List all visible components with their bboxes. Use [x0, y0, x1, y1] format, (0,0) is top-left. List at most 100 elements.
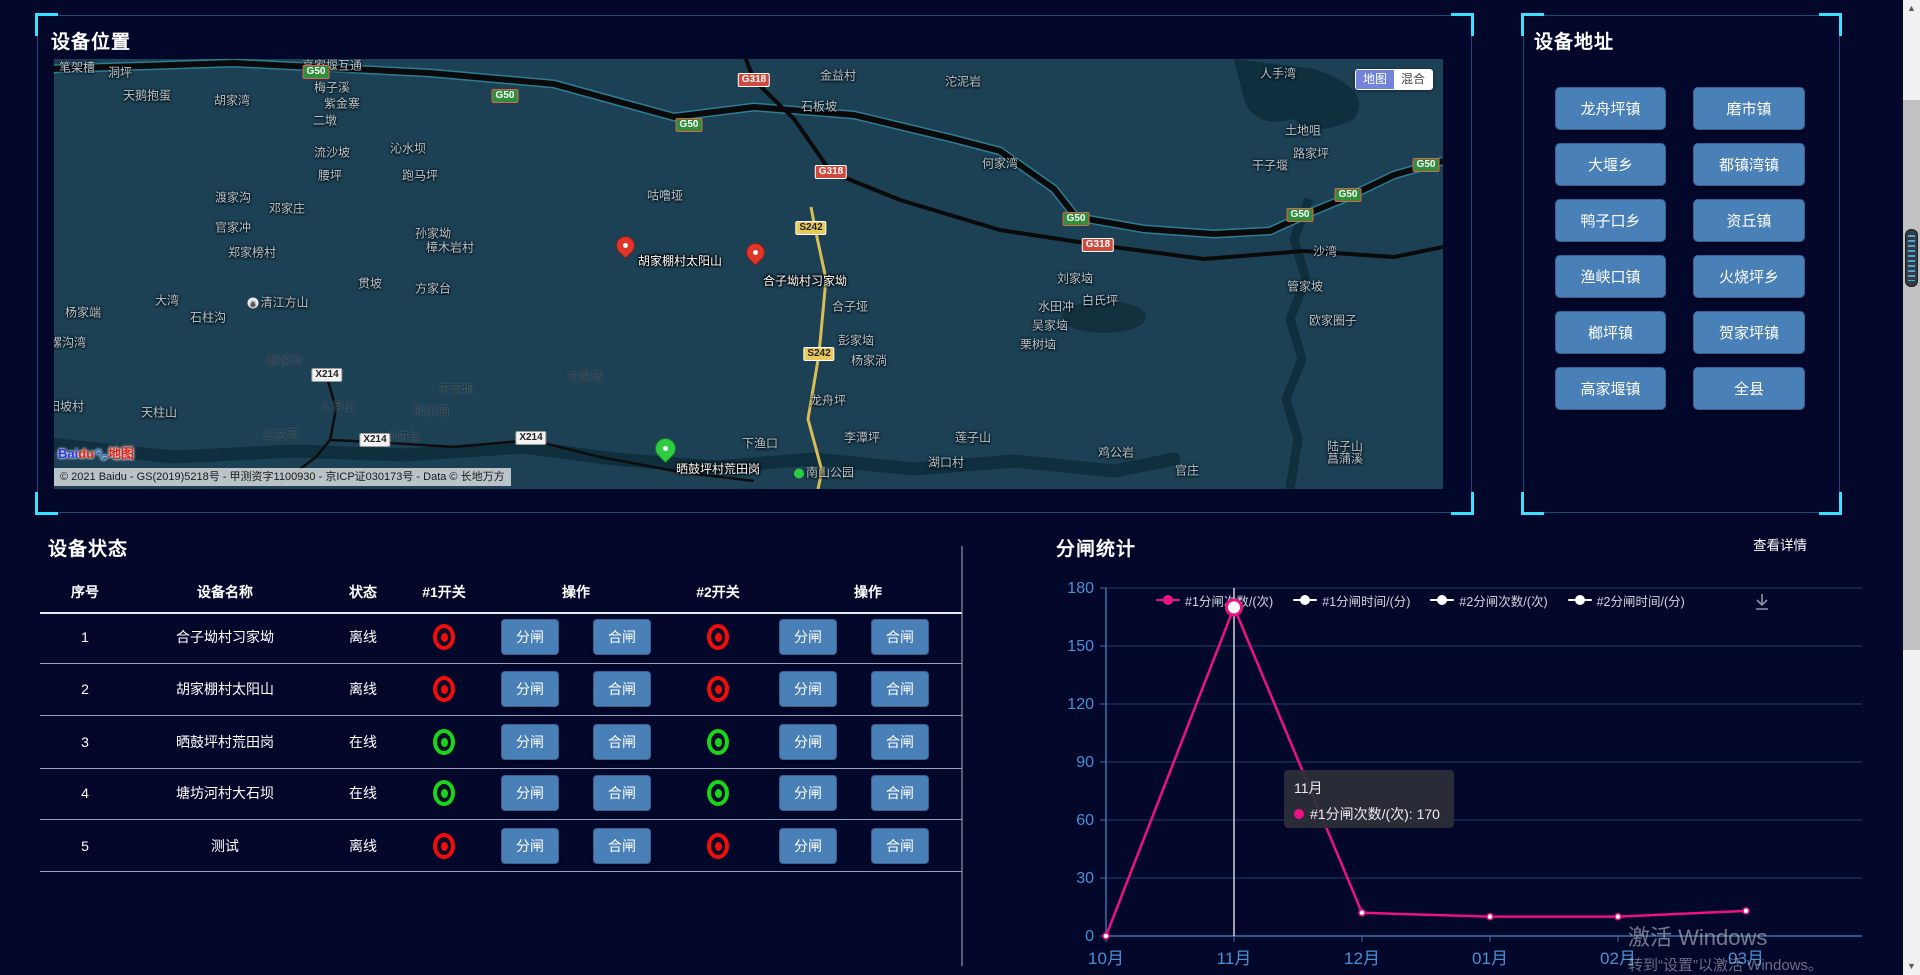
close-switch2-button[interactable]: 合闸 [871, 619, 929, 655]
baidu-map[interactable]: 笔架槽洞坪天鹅抱蛋胡家湾高家堰互通梅子溪紫金寨二墩流沙坡沁水坝腰坪跑马坪渡家沟邓… [54, 59, 1443, 489]
open-switch2-button[interactable]: 分闸 [779, 828, 837, 864]
open-switch1-button[interactable]: 分闸 [501, 619, 559, 655]
device-name: 胡家棚村太阳山 [176, 679, 274, 699]
road-shield: G50 [1287, 208, 1314, 222]
map-place-label: 熊家垴 [413, 402, 449, 419]
open-switch2-button[interactable]: 分闸 [779, 775, 837, 811]
map-place-label: 杨家淌 [851, 352, 887, 369]
device-name: 晒鼓坪村荒田岗 [176, 732, 274, 752]
address-button[interactable]: 榔坪镇 [1555, 311, 1666, 354]
map-panel-title: 设备位置 [51, 27, 131, 54]
legend-item[interactable]: #2分闸次数/(次) [1430, 591, 1547, 610]
device-address-panel: 设备地址 龙舟坪镇磨市镇大堰乡都镇湾镇鸭子口乡资丘镇渔峡口镇火烧坪乡榔坪镇贺家坪… [1523, 15, 1840, 513]
tooltip-series-dot [1294, 809, 1304, 819]
switch-indicator-off [433, 676, 455, 702]
map-marker-label: 胡家棚村太阳山 [638, 252, 722, 269]
open-switch1-button[interactable]: 分闸 [501, 724, 559, 760]
switch-indicator-off [433, 833, 455, 859]
table-header: 状态 [349, 582, 377, 602]
map-place-label: 菖蒲溪 [1327, 450, 1363, 467]
download-icon[interactable] [1753, 592, 1771, 617]
svg-text:10月: 10月 [1088, 949, 1124, 968]
tooltip-month: 11月 [1294, 778, 1444, 798]
address-button[interactable]: 龙舟坪镇 [1555, 87, 1666, 130]
device-status: 在线 [349, 783, 377, 803]
map-place-label: 杨家端 [65, 304, 101, 321]
close-switch2-button[interactable]: 合闸 [871, 724, 929, 760]
map-place-label: 渡家沟 [215, 189, 251, 206]
map-place-label: 腰坪 [318, 167, 342, 184]
address-button[interactable]: 都镇湾镇 [1693, 143, 1805, 186]
row-separator [40, 871, 962, 872]
address-button[interactable]: 高家堰镇 [1555, 367, 1666, 410]
address-button[interactable]: 全县 [1693, 367, 1805, 410]
svg-text:90: 90 [1076, 754, 1094, 771]
address-button[interactable]: 鸭子口乡 [1555, 199, 1666, 242]
address-button[interactable]: 资丘镇 [1693, 199, 1805, 242]
map-attribution: © 2021 Baidu - GS(2019)5218号 - 甲测资字11009… [54, 468, 511, 486]
switch-indicator-off [707, 624, 729, 650]
road-shield: X214 [515, 431, 546, 445]
scrollbar-thumb[interactable] [1903, 100, 1920, 650]
device-name: 合子坳村习家坳 [176, 627, 274, 647]
map-place-label: 笔架槽 [59, 59, 95, 76]
svg-text:150: 150 [1067, 638, 1094, 655]
open-switch1-button[interactable]: 分闸 [501, 828, 559, 864]
address-button[interactable]: 火烧坪乡 [1693, 255, 1805, 298]
address-button[interactable]: 大堰乡 [1555, 143, 1666, 186]
road-shield: X214 [359, 433, 390, 447]
switch-indicator-off [707, 676, 729, 702]
map-place-label: 吴家垴 [1032, 317, 1068, 334]
open-switch2-button[interactable]: 分闸 [779, 671, 837, 707]
scrollbar-down-arrow[interactable]: ▼ [1903, 959, 1920, 974]
map-roads [54, 59, 1443, 489]
close-switch1-button[interactable]: 合闸 [593, 828, 651, 864]
scroll-indicator-widget [1905, 229, 1918, 287]
address-button[interactable]: 贺家坪镇 [1693, 311, 1805, 354]
open-switch1-button[interactable]: 分闸 [501, 775, 559, 811]
address-button[interactable]: 渔峡口镇 [1555, 255, 1666, 298]
map-place-label: 水田冲 [1038, 298, 1074, 315]
table-header: 操作 [854, 582, 882, 602]
svg-text:0: 0 [1085, 928, 1094, 945]
map-type-hybrid-button[interactable]: 混合 [1394, 70, 1432, 89]
svg-text:30: 30 [1076, 870, 1094, 887]
view-details-link[interactable]: 查看详情 [1753, 534, 1807, 554]
legend-item[interactable]: #2分闸时间/(分) [1568, 591, 1685, 610]
device-status: 离线 [349, 836, 377, 856]
map-place-label: 天鹅抱蛋 [123, 87, 171, 104]
chart-section-title: 分闸统计 [1056, 534, 1136, 561]
map-type-map-button[interactable]: 地图 [1356, 70, 1394, 89]
legend-marker [1568, 595, 1592, 605]
device-name: 测试 [211, 836, 239, 856]
row-index: 4 [81, 785, 89, 801]
map-place-label: 梅子溪 [314, 79, 350, 96]
map-place-label: 三岔河 [262, 426, 298, 443]
map-place-label: 合子垭 [832, 298, 868, 315]
table-header: #1开关 [422, 582, 466, 602]
close-switch1-button[interactable]: 合闸 [593, 724, 651, 760]
close-switch2-button[interactable]: 合闸 [871, 671, 929, 707]
close-switch1-button[interactable]: 合闸 [593, 671, 651, 707]
scrollbar-up-arrow[interactable]: ▲ [1903, 1, 1920, 16]
open-switch2-button[interactable]: 分闸 [779, 619, 837, 655]
legend-item[interactable]: #1分闸次数/(次) [1156, 591, 1273, 610]
table-header: 操作 [562, 582, 590, 602]
map-place-label: 贯坡 [358, 275, 382, 292]
svg-text:01月: 01月 [1472, 949, 1508, 968]
map-place-label: 胡家湾 [214, 92, 250, 109]
map-place-label: 方家台 [415, 280, 451, 297]
peak-icon: ▲ [247, 298, 258, 309]
close-switch2-button[interactable]: 合闸 [871, 828, 929, 864]
open-switch1-button[interactable]: 分闸 [501, 671, 559, 707]
map-place-label: 管家坡 [1287, 278, 1323, 295]
address-button[interactable]: 磨市镇 [1693, 87, 1805, 130]
open-switch2-button[interactable]: 分闸 [779, 724, 837, 760]
map-place-label: 沁水坝 [390, 140, 426, 157]
road-shield: G50 [676, 118, 703, 132]
legend-item[interactable]: #1分闸时间/(分) [1293, 591, 1410, 610]
close-switch1-button[interactable]: 合闸 [593, 619, 651, 655]
close-switch2-button[interactable]: 合闸 [871, 775, 929, 811]
close-switch1-button[interactable]: 合闸 [593, 775, 651, 811]
map-place-label: 方家湾 [567, 368, 603, 385]
